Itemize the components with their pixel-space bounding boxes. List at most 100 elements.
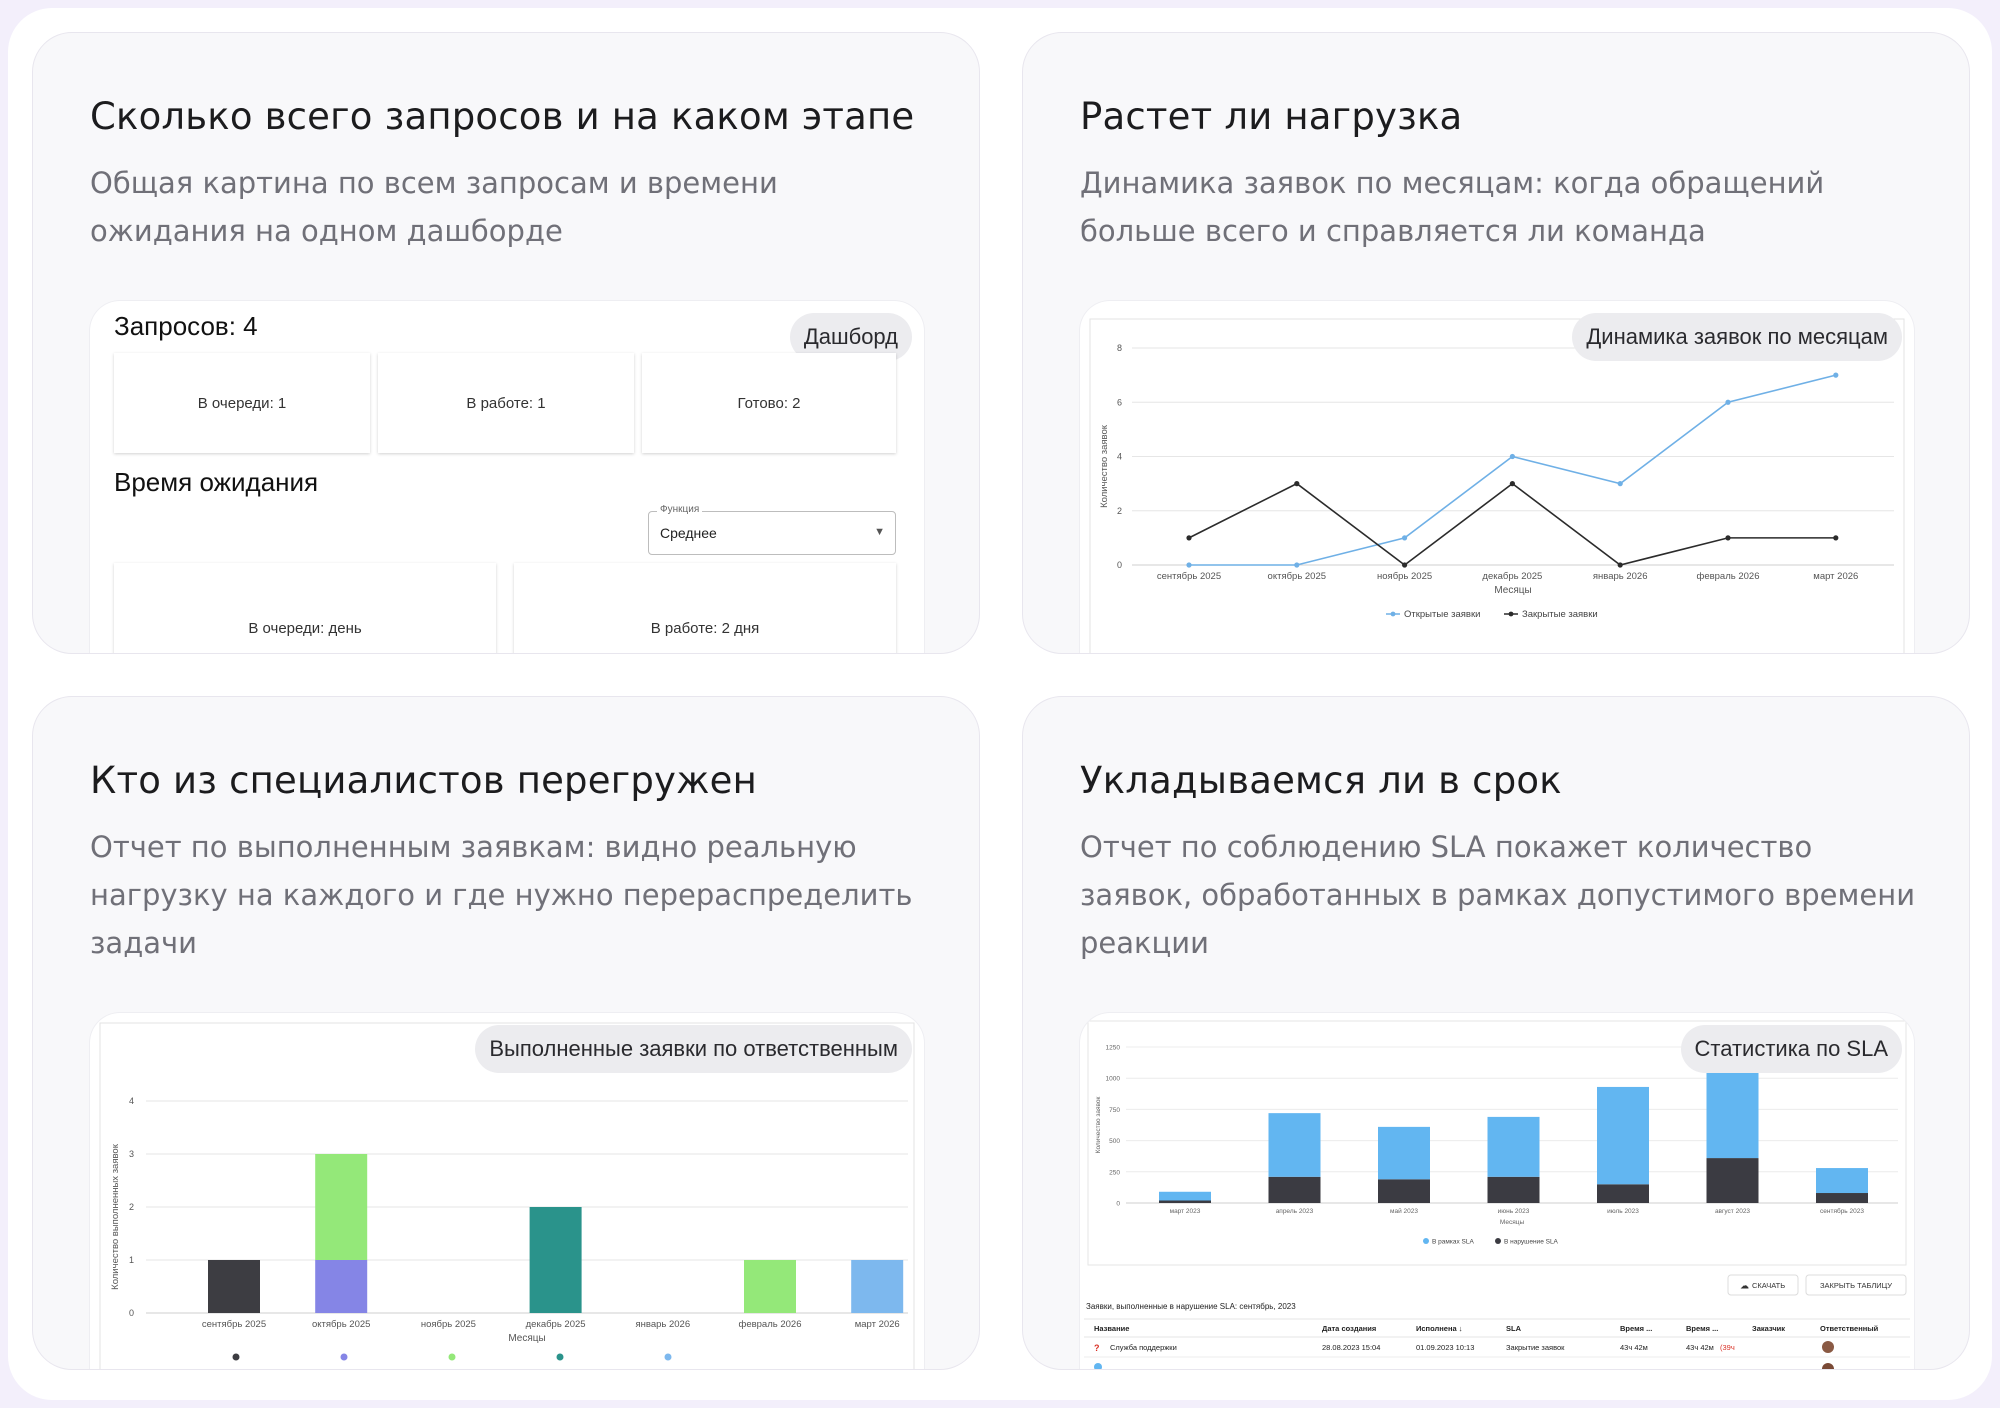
x-axis-label: Месяцы (1500, 1219, 1525, 1226)
y-tick-label: 6 (1117, 397, 1122, 407)
x-tick-label: январь 2026 (1593, 571, 1648, 582)
x-axis-label: Месяцы (508, 1333, 545, 1344)
x-tick-label: ноябрь 2025 (1377, 571, 1432, 582)
series-line (1188, 482, 1836, 567)
dashboard-screenshot: Запросов: 4 Дашборд В очереди: 1 В работ… (90, 301, 924, 653)
wait-time-title: Время ожидания (114, 467, 319, 497)
x-tick-label: май 2023 (1390, 1207, 1418, 1215)
table-cell: 43ч 42м (1620, 1343, 1648, 1352)
legend-marker (556, 1353, 564, 1361)
y-tick-label: 0 (129, 1308, 134, 1318)
close-table-button-label: ЗАКРЫТЬ ТАБЛИЦУ (1820, 1281, 1892, 1290)
card-specialist-load[interactable]: Кто из специалистов перегружен Отчет по … (32, 696, 980, 1370)
bar-segment (1816, 1168, 1868, 1194)
data-point (1402, 562, 1408, 568)
table-header-cell: SLA (1506, 1324, 1522, 1333)
bar-segment (208, 1260, 260, 1313)
legend-marker (340, 1353, 348, 1361)
data-point (1402, 535, 1408, 541)
bar-chart-screenshot: 0 1 2 3 4 сентябрь 2025 октябрь 2025 ноябрь 202… (90, 1013, 924, 1369)
legend-marker (1495, 1238, 1501, 1244)
function-select[interactable]: Функция Среднее ▼ (648, 504, 896, 555)
table-header-cell: Ответственный (1820, 1324, 1879, 1333)
y-axis-label: Количество заявок (1099, 424, 1110, 508)
data-point (1186, 562, 1192, 568)
x-tick-label: декабрь 2025 (1482, 571, 1542, 582)
x-tick-label: февраль 2026 (1697, 571, 1760, 582)
card-requests-dashboard[interactable]: Сколько всего запросов и на каком этапе … (32, 32, 980, 654)
y-tick-label: 500 (1109, 1138, 1120, 1145)
card-sla[interactable]: Укладываемся ли в срок Отчет по соблюден… (1022, 696, 1970, 1370)
bar-segment (1378, 1126, 1430, 1180)
x-tick-label: апрель 2023 (1276, 1208, 1314, 1215)
bar-segment (1597, 1086, 1649, 1185)
table-cell: Закрытие заявок (1506, 1343, 1565, 1352)
x-tick-label: декабрь 2025 (526, 1319, 586, 1330)
x-tick-label: март 2023 (1170, 1208, 1201, 1215)
card-title: Растет ли нагрузка (1080, 95, 1463, 138)
x-tick-label: март 2026 (855, 1319, 900, 1330)
x-tick-label: ноябрь 2025 (421, 1319, 476, 1330)
y-axis-label: Количество заявок (1095, 1097, 1102, 1154)
x-tick-label: октябрь 2025 (1268, 571, 1327, 582)
table-header-cell: Время ... (1620, 1324, 1652, 1333)
y-tick-label: 2 (1117, 506, 1122, 516)
avatar (1822, 1363, 1834, 1369)
function-select-value: Среднее (660, 525, 717, 541)
cloud-download-icon: ☁ (1740, 1281, 1749, 1291)
y-tick-label: 0 (1116, 1201, 1120, 1208)
y-tick-label: 8 (1117, 343, 1122, 353)
bar-segment (1816, 1193, 1868, 1203)
wait-queue: В очереди: день (114, 563, 496, 653)
bar-segment (315, 1260, 368, 1313)
bar-segment (1487, 1176, 1540, 1203)
stat-queue: В очереди: 1 (114, 353, 370, 453)
card-subtitle: Общая картина по всем запросам и времени… (90, 166, 778, 248)
table-cell-overdue: (39ч (1720, 1343, 1735, 1352)
table-cell: 28.08.2023 15:04 (1322, 1343, 1380, 1352)
caret-down-icon: ▼ (874, 526, 885, 538)
card-load-dynamics[interactable]: Растет ли нагрузка Динамика заявок по ме… (1022, 32, 1970, 654)
row-status-icon (1094, 1363, 1102, 1369)
bar-segment (529, 1207, 582, 1313)
avatar (1822, 1341, 1834, 1353)
bar-segment (1597, 1184, 1649, 1203)
sla-screenshot: 0 250 500 750 1000 1250 март 2023 апрель 2023 ма… (1080, 1013, 1914, 1369)
data-point (1509, 481, 1515, 487)
stat-done: Готово: 2 (642, 353, 896, 453)
card-title: Кто из специалистов перегружен (90, 759, 758, 802)
bar-segment (851, 1260, 904, 1313)
x-tick-label: март 2026 (1813, 571, 1858, 582)
x-tick-label: август 2023 (1715, 1208, 1750, 1215)
download-button-label: СКАЧАТЬ (1752, 1281, 1785, 1290)
bar-segment (1268, 1176, 1321, 1203)
data-point (1186, 535, 1192, 541)
legend-label: В нарушение SLA (1504, 1239, 1559, 1246)
x-tick-label: февраль 2026 (739, 1319, 802, 1330)
card-subtitle: Динамика заявок по месяцам: когда обраще… (1080, 166, 1825, 248)
legend-marker (1508, 611, 1514, 617)
line-chart-screenshot: 0 2 4 6 8 сентябрь 2025 октябрь 2025 ноябрь 202… (1080, 301, 1914, 653)
table-header-cell: Название (1094, 1324, 1129, 1333)
table-header-cell: Дата создания (1322, 1324, 1376, 1333)
badge: Статистика по SLA (1680, 1025, 1902, 1073)
legend-marker (1390, 611, 1396, 617)
legend-marker (232, 1353, 240, 1361)
legend-marker (448, 1353, 456, 1361)
y-tick-label: 250 (1109, 1169, 1120, 1176)
legend-label: Открытые заявки (1404, 609, 1480, 620)
data-point (1509, 453, 1515, 460)
bar-segment (1487, 1116, 1540, 1177)
x-tick-label: сентябрь 2023 (1820, 1207, 1864, 1215)
help-icon: ? (1094, 1343, 1100, 1353)
legend-label: Закрытые заявки (1522, 609, 1598, 620)
bar-segment (1378, 1179, 1430, 1203)
badge: Динамика заявок по месяцам (1572, 313, 1902, 361)
x-tick-label: сентябрь 2025 (202, 1319, 266, 1330)
y-tick-label: 1000 (1106, 1076, 1121, 1083)
bar-segment (315, 1154, 368, 1260)
data-point (1833, 535, 1839, 541)
legend-marker (1423, 1238, 1429, 1244)
table-header-cell: Время ... (1686, 1324, 1718, 1333)
data-point (1294, 562, 1300, 568)
